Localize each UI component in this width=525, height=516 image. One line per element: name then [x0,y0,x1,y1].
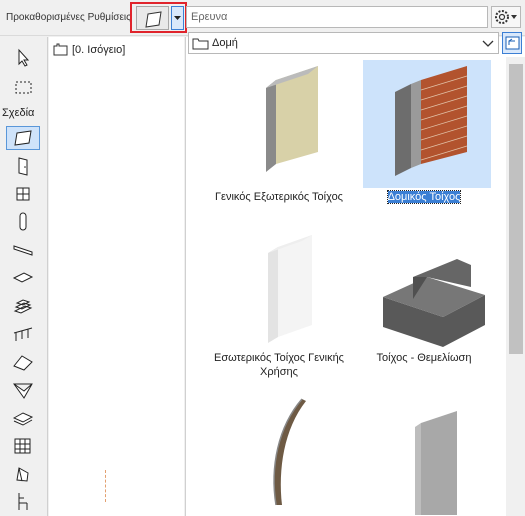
search-input[interactable]: Ερευνα [186,6,488,28]
curved-wall-thumbnail [273,398,306,506]
search-placeholder: Ερευνα [191,11,228,23]
stair-icon [13,299,33,314]
settings-button[interactable] [491,6,521,28]
object-tool[interactable] [6,490,40,514]
preset-selector [130,2,187,33]
slab-icon [12,272,34,283]
library-item[interactable] [198,387,358,516]
roof-tool[interactable] [6,350,40,374]
marquee-icon [15,81,32,94]
exterior-wall-thumbnail [266,66,318,172]
chevron-down-icon [482,40,494,47]
chevron-down-icon [174,16,181,20]
railing-icon [13,327,33,341]
window: Προκαθορισμένες Ρυθμίσεις Ερευνα Σχεδία … [0,0,525,516]
library-scrollbar[interactable] [506,57,525,516]
folder-dropdown[interactable]: Δομή [188,32,499,54]
beam-icon [13,245,33,256]
plaster-wall-thumbnail [415,411,457,515]
column-tool[interactable] [6,210,40,234]
top-toolbar: Προκαθορισμένες Ρυθμίσεις Ερευνα [0,0,525,36]
folder-icon [192,38,209,50]
library-item-label: Τοίχος - Θεμελίωση [376,352,472,364]
stair-tool[interactable] [6,294,40,318]
panel-splitter[interactable] [105,470,107,502]
morph-icon [16,467,29,482]
folder-up-icon [505,36,520,50]
column-icon [19,212,27,231]
wall-icon [14,130,32,146]
folder-up-button[interactable] [502,32,522,54]
library-item[interactable]: Τοίχος - Θεμελίωση [343,225,503,375]
arrow-tool[interactable] [6,46,40,70]
door-icon [18,157,28,176]
curtain-wall-icon [14,438,31,454]
door-tool[interactable] [6,154,40,178]
interior-wall-thumbnail [268,235,312,343]
roof-icon [13,355,33,371]
design-section-label: Σχεδία [2,107,35,119]
wall-icon [145,11,162,28]
beam-tool[interactable] [6,238,40,262]
curtain-wall-tool[interactable] [6,434,40,458]
mesh-tool[interactable] [6,406,40,430]
foundation-wall-thumbnail [383,259,485,347]
window-icon [16,187,30,201]
chair-icon [18,493,28,510]
shell-tool[interactable] [6,378,40,402]
railing-tool[interactable] [6,322,40,346]
window-tool[interactable] [6,182,40,206]
marquee-tool[interactable] [6,75,40,99]
wall-tool[interactable] [6,126,40,150]
library-item[interactable] [343,387,503,516]
structural-wall-thumbnail [363,60,491,188]
preset-label: Προκαθορισμένες Ρυθμίσεις [6,12,131,23]
navigator-panel: [0. Ισόγειο] [49,37,184,516]
library-panel: Δομή Γενικός Εξωτερικός Τοίχος Δομικός Τ… [185,32,525,516]
morph-tool[interactable] [6,462,40,486]
library-item-label: Δομικός Τοίχος [386,190,462,204]
slab-tool[interactable] [6,266,40,290]
wall-preset-button[interactable] [136,6,169,30]
folder-label: Δομή [212,37,238,49]
story-icon [53,43,68,56]
library-item[interactable]: Δομικός Τοίχος [343,60,503,210]
gear-icon [495,10,517,24]
library-item[interactable]: Εσωτερικός Τοίχος Γενικής Χρήσης [198,225,358,378]
story-item[interactable]: [0. Ισόγειο] [53,43,125,57]
story-label: [0. Ισόγειο] [72,44,126,56]
mesh-icon [12,412,34,426]
library-item[interactable]: Γενικός Εξωτερικός Τοίχος [198,60,358,210]
shell-icon [13,383,33,399]
pointer-icon [18,48,30,67]
scrollbar-thumb[interactable] [509,64,523,354]
preset-dropdown-button[interactable] [171,6,184,30]
toolbox: Σχεδία [0,37,48,516]
